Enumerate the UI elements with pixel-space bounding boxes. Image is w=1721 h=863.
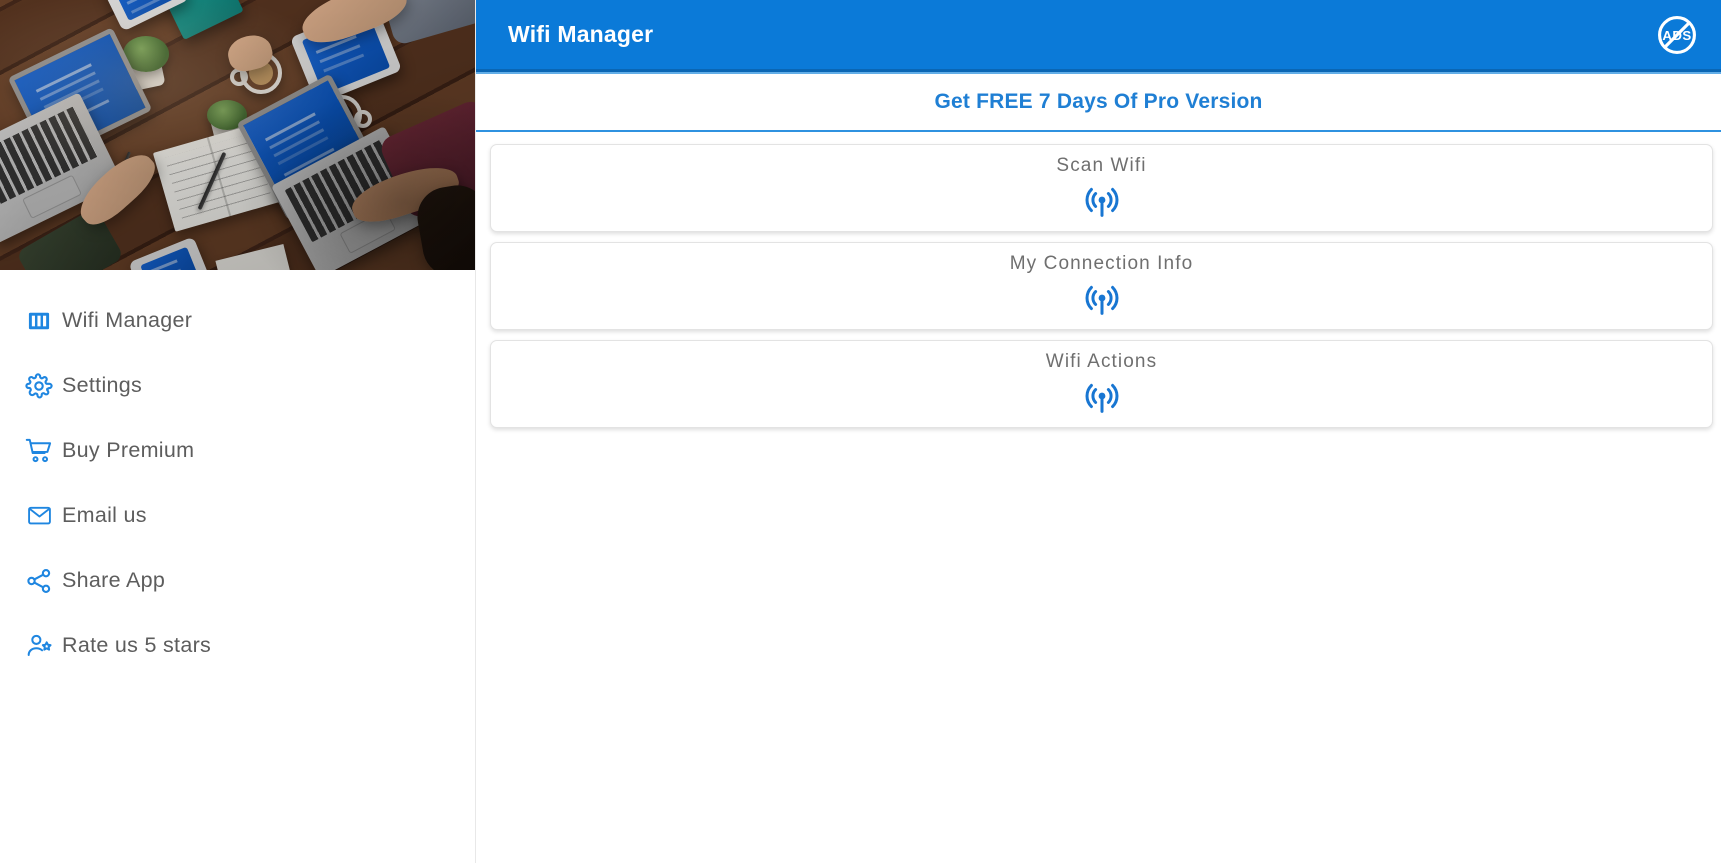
promo-button[interactable]: Get FREE 7 Days Of Pro Version	[476, 74, 1721, 130]
sidebar-item-rate-us[interactable]: Rate us 5 stars	[0, 613, 475, 678]
broadcast-icon	[1082, 279, 1122, 319]
sidebar-item-label: Buy Premium	[62, 438, 195, 462]
card-scan-wifi[interactable]: Scan Wifi	[490, 144, 1713, 232]
person-star-icon	[16, 629, 62, 663]
photo-vignette	[0, 0, 475, 270]
page-title: Wifi Manager	[508, 21, 654, 47]
app-bar: Wifi Manager ADS	[476, 0, 1721, 72]
promo-banner: Get FREE 7 Days Of Pro Version	[476, 72, 1721, 132]
envelope-icon	[16, 499, 62, 533]
sidebar-item-settings[interactable]: Settings	[0, 353, 475, 418]
card-wifi-actions[interactable]: Wifi Actions	[490, 340, 1713, 428]
shopping-cart-icon	[16, 434, 62, 468]
card-title: Wifi Actions	[1045, 351, 1158, 372]
broadcast-icon	[1082, 377, 1122, 417]
sidebar-item-label: Settings	[62, 373, 143, 397]
main-content: Wifi Manager ADS Get FREE 7 Days Of Pro …	[476, 0, 1721, 863]
sidebar-item-wifi-manager[interactable]: Wifi Manager	[0, 288, 475, 353]
sidebar-item-buy-premium[interactable]: Buy Premium	[0, 418, 475, 483]
promo-label: Get FREE 7 Days Of Pro Version	[934, 90, 1263, 113]
action-card-list: Scan Wifi My Connection Info Wifi Action…	[476, 132, 1721, 428]
app-root: Wifi Manager Settings Buy Premium Email …	[0, 0, 1721, 863]
sidebar-item-label: Share App	[62, 568, 166, 592]
sidebar: Wifi Manager Settings Buy Premium Email …	[0, 0, 476, 863]
sidebar-menu: Wifi Manager Settings Buy Premium Email …	[0, 270, 475, 678]
broadcast-icon	[1082, 181, 1122, 221]
sidebar-item-label: Wifi Manager	[62, 308, 193, 332]
sidebar-item-share-app[interactable]: Share App	[0, 548, 475, 613]
sidebar-item-label: Email us	[62, 503, 147, 527]
card-my-connection-info[interactable]: My Connection Info	[490, 242, 1713, 330]
card-title: My Connection Info	[1009, 253, 1194, 274]
sidebar-item-label: Rate us 5 stars	[62, 633, 212, 657]
signal-bars-icon	[16, 304, 62, 338]
sidebar-header-photo	[0, 0, 475, 270]
sidebar-item-email-us[interactable]: Email us	[0, 483, 475, 548]
no-ads-icon[interactable]: ADS	[1655, 13, 1699, 57]
card-title: Scan Wifi	[1056, 155, 1147, 176]
share-icon	[16, 564, 62, 598]
gear-icon	[16, 369, 62, 403]
